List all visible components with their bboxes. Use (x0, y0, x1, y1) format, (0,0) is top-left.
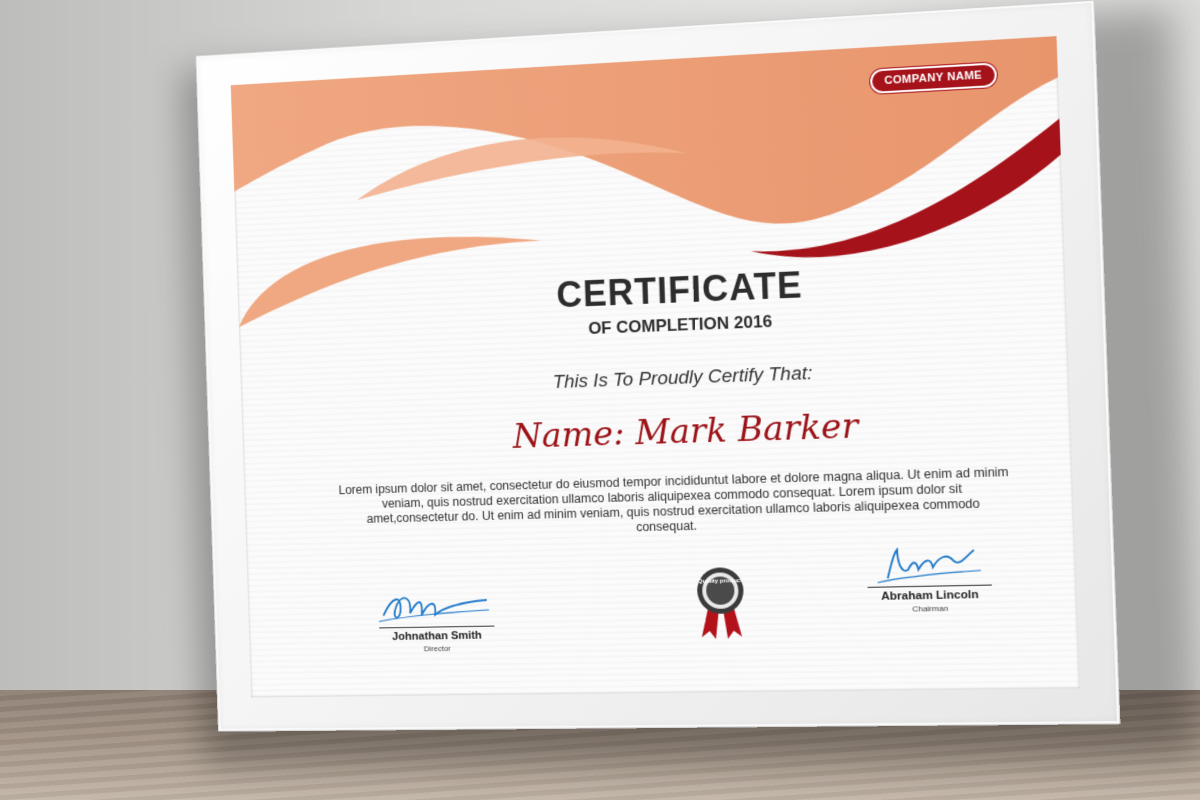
picture-frame: COMPANY NAME CERTIFICATE OF COMPLETION 2… (195, 0, 1120, 732)
quality-seal: Quality product (689, 564, 752, 651)
signature-block-right: Abraham Lincoln Chairman (845, 541, 1013, 615)
signatory-name-right: Abraham Lincoln (847, 588, 1013, 603)
signature-block-left: Johnathan Smith Director (359, 584, 515, 655)
certificate-paper: COMPANY NAME CERTIFICATE OF COMPLETION 2… (231, 36, 1080, 697)
seal-text: Quality product (690, 578, 750, 586)
signature-scribble-left (373, 584, 499, 628)
seal-icon (689, 564, 752, 646)
signature-scribble-right (866, 541, 992, 586)
signatory-name-left: Johnathan Smith (360, 629, 514, 643)
